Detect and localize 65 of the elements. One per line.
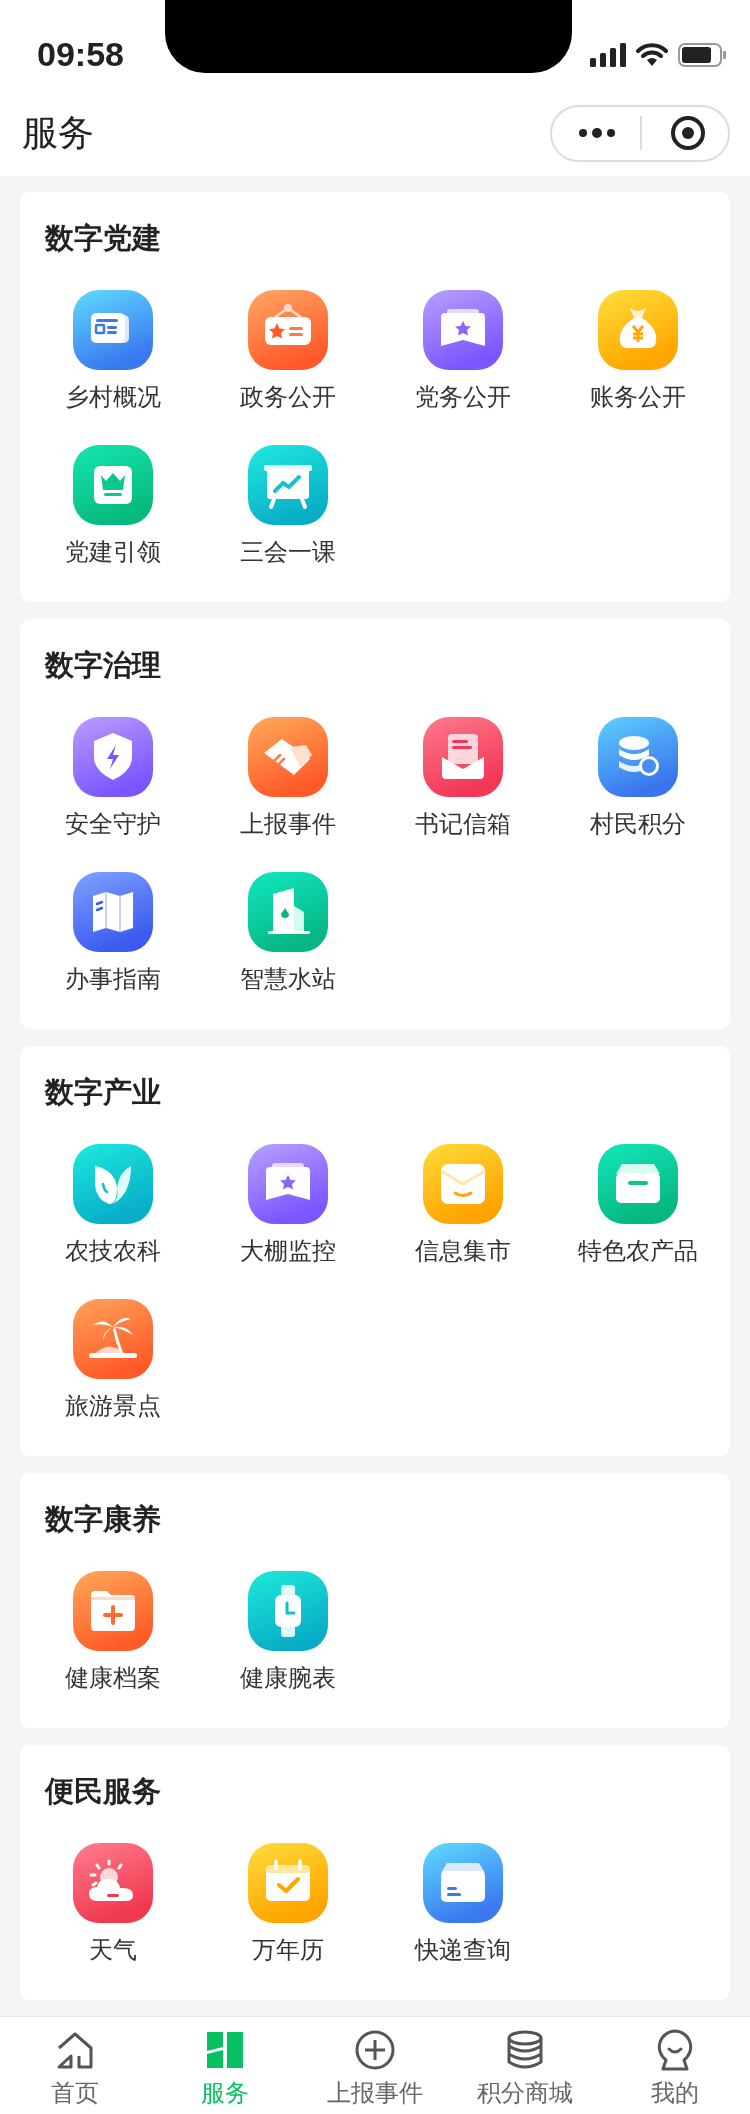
service-label: 信息集市 (414, 1236, 511, 1266)
sun-cloud-icon (72, 1843, 153, 1923)
battery-icon (678, 43, 726, 67)
service-label: 党建引领 (64, 537, 161, 567)
service-label: 账务公开 (589, 382, 686, 412)
service-label: 旅游景点 (64, 1391, 161, 1421)
money-bag-icon (597, 290, 678, 370)
user-icon (656, 2029, 694, 2071)
service-label: 党务公开 (414, 382, 511, 412)
section-title: 便民服务 (45, 1774, 161, 1809)
calendar-check-icon (247, 1843, 328, 1923)
more-icon[interactable] (578, 128, 616, 138)
signal-icon (590, 43, 626, 67)
water-building-icon (247, 872, 328, 952)
service-label: 安全守护 (64, 809, 161, 839)
palm-island-icon (72, 1299, 153, 1379)
service-label: 政务公开 (239, 382, 336, 412)
tab[interactable]: 首页 (0, 2017, 150, 2114)
page-title: 服务 (22, 111, 94, 155)
newspaper-icon (72, 290, 153, 370)
wristwatch-icon (247, 1571, 328, 1651)
close-target-icon[interactable] (670, 115, 706, 151)
service-label: 快递查询 (414, 1935, 511, 1965)
hanging-sign-icon (247, 290, 328, 370)
service-label: 智慧水站 (239, 964, 336, 994)
service-label: 上报事件 (239, 809, 336, 839)
section-title: 数字产业 (45, 1075, 161, 1110)
service-label: 健康腕表 (239, 1663, 336, 1693)
service-label: 办事指南 (64, 964, 161, 994)
service-label: 天气 (88, 1935, 137, 1965)
tab[interactable]: 我的 (600, 2017, 750, 2114)
service-label: 乡村概况 (64, 382, 161, 412)
service-label: 大棚监控 (239, 1236, 336, 1266)
crown-card-icon (72, 445, 153, 525)
section-title: 数字党建 (45, 221, 161, 256)
shield-icon (72, 717, 153, 797)
folded-map-icon (72, 872, 153, 952)
smiling-envelope-icon (422, 1144, 503, 1224)
star-folder-icon (247, 1144, 328, 1224)
parcel-box-icon (422, 1843, 503, 1923)
home-icon (55, 2030, 95, 2070)
service-label: 三会一课 (239, 537, 336, 567)
tab[interactable]: 上报事件 (300, 2017, 450, 2114)
service-label: 健康档案 (64, 1663, 161, 1693)
service-label: 特色农产品 (577, 1236, 698, 1266)
section-title: 数字康养 (45, 1502, 161, 1537)
service-label: 书记信箱 (414, 809, 511, 839)
wifi-icon (636, 42, 668, 66)
service-label: 农技农科 (64, 1236, 161, 1266)
service-label: 村民积分 (589, 809, 686, 839)
section-title: 数字治理 (45, 648, 161, 683)
eraser-icon (247, 717, 328, 797)
tab[interactable]: 积分商城 (450, 2017, 600, 2114)
box-icon (597, 1144, 678, 1224)
database-icon (506, 2030, 544, 2070)
status-time: 09:58 (37, 34, 124, 74)
easel-chart-icon (247, 445, 328, 525)
star-folder-icon (422, 290, 503, 370)
coin-stack-icon (597, 717, 678, 797)
service-label: 万年历 (251, 1935, 324, 1965)
leaf-icon (72, 1144, 153, 1224)
mail-tray-icon (422, 717, 503, 797)
add-circle-icon (355, 2030, 395, 2070)
medical-folder-icon (72, 1571, 153, 1651)
grid-icon (206, 2031, 244, 2069)
